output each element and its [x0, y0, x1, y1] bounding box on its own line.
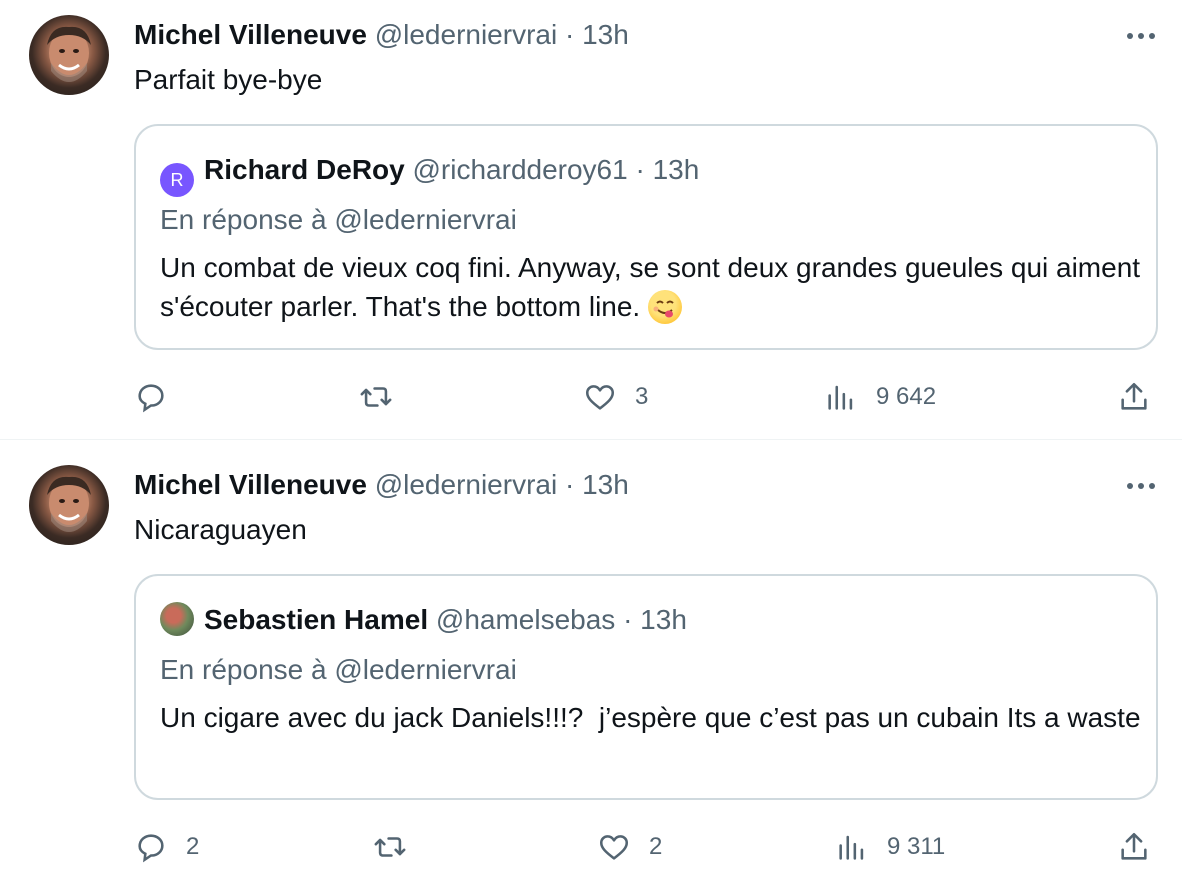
like-count: 2: [649, 833, 663, 860]
avatar[interactable]: [29, 15, 109, 95]
more-icon[interactable]: [1124, 24, 1158, 48]
tweet-header: Michel Villeneuve @lederniervrai · 13h: [134, 467, 629, 503]
reply-button[interactable]: [134, 377, 186, 417]
reply-icon: [138, 384, 164, 413]
share-button[interactable]: [1117, 377, 1151, 417]
retweet-button[interactable]: [373, 827, 425, 867]
quote-author-meta: @hamelsebas · 13h: [435, 604, 687, 635]
author-name[interactable]: Michel Villeneuve: [134, 19, 367, 50]
avatar[interactable]: [29, 465, 109, 545]
analytics-icon: [828, 385, 853, 410]
quoted-tweet[interactable]: R Richard DeRoy @richardderoy61 · 13h En …: [134, 124, 1158, 350]
tweet-text: Nicaraguayen: [134, 514, 307, 545]
reply-button[interactable]: 2: [134, 827, 199, 867]
reply-icon: [138, 834, 164, 863]
share-button[interactable]: [1117, 827, 1151, 867]
quote-reply-to: En réponse à @lederniervrai: [160, 204, 517, 235]
quote-author-name: Sebastien Hamel: [204, 604, 429, 635]
tweet[interactable]: Michel Villeneuve @lederniervrai · 13h P…: [0, 0, 1182, 439]
quote-text: Un cigare avec du jack Daniels!!!? j’esp…: [160, 702, 1141, 733]
retweet-button[interactable]: [359, 377, 411, 417]
heart-icon: [585, 385, 615, 410]
quoted-tweet[interactable]: Sebastien Hamel @hamelsebas · 13h En rép…: [134, 574, 1158, 800]
views-count: 9 642: [876, 383, 937, 410]
views-button[interactable]: 9 642: [824, 377, 936, 417]
author-meta[interactable]: @lederniervrai · 13h: [375, 469, 629, 500]
heart-icon: [599, 835, 629, 860]
quote-header: Sebastien Hamel @hamelsebas · 13h: [160, 602, 687, 638]
views-button[interactable]: 9 311: [835, 827, 945, 867]
tweet-actions: 3 9 642: [0, 377, 1182, 417]
author-meta[interactable]: @lederniervrai · 13h: [375, 19, 629, 50]
like-button[interactable]: 2: [597, 827, 662, 867]
tweet[interactable]: Michel Villeneuve @lederniervrai · 13h N…: [0, 440, 1182, 886]
tweet-header: Michel Villeneuve @lederniervrai · 13h: [134, 17, 629, 53]
retweet-icon: [374, 837, 406, 857]
quote-avatar: R: [160, 163, 194, 197]
quote-reply-to: En réponse à @lederniervrai: [160, 654, 517, 685]
views-count: 9 311: [887, 833, 946, 860]
share-icon: [1121, 832, 1147, 860]
quote-text-wrap: Un combat de vieux coq fini. Anyway, se …: [160, 248, 1150, 326]
analytics-icon: [839, 835, 864, 860]
yum-emoji-icon: [648, 290, 682, 324]
retweet-icon: [360, 387, 392, 407]
like-count: 3: [635, 383, 649, 410]
quote-header: R Richard DeRoy @richardderoy61 · 13h: [160, 152, 699, 197]
quote-avatar: [160, 602, 194, 636]
reply-count: 2: [186, 833, 200, 860]
share-icon: [1121, 382, 1147, 410]
like-button[interactable]: 3: [583, 377, 648, 417]
more-icon[interactable]: [1124, 474, 1158, 498]
quote-author-name: Richard DeRoy: [204, 154, 405, 185]
tweet-text: Parfait bye-bye: [134, 64, 323, 95]
tweet-actions: 2 2 9 311: [0, 827, 1182, 867]
quote-author-meta: @richardderoy61 · 13h: [412, 154, 700, 185]
author-name[interactable]: Michel Villeneuve: [134, 469, 367, 500]
